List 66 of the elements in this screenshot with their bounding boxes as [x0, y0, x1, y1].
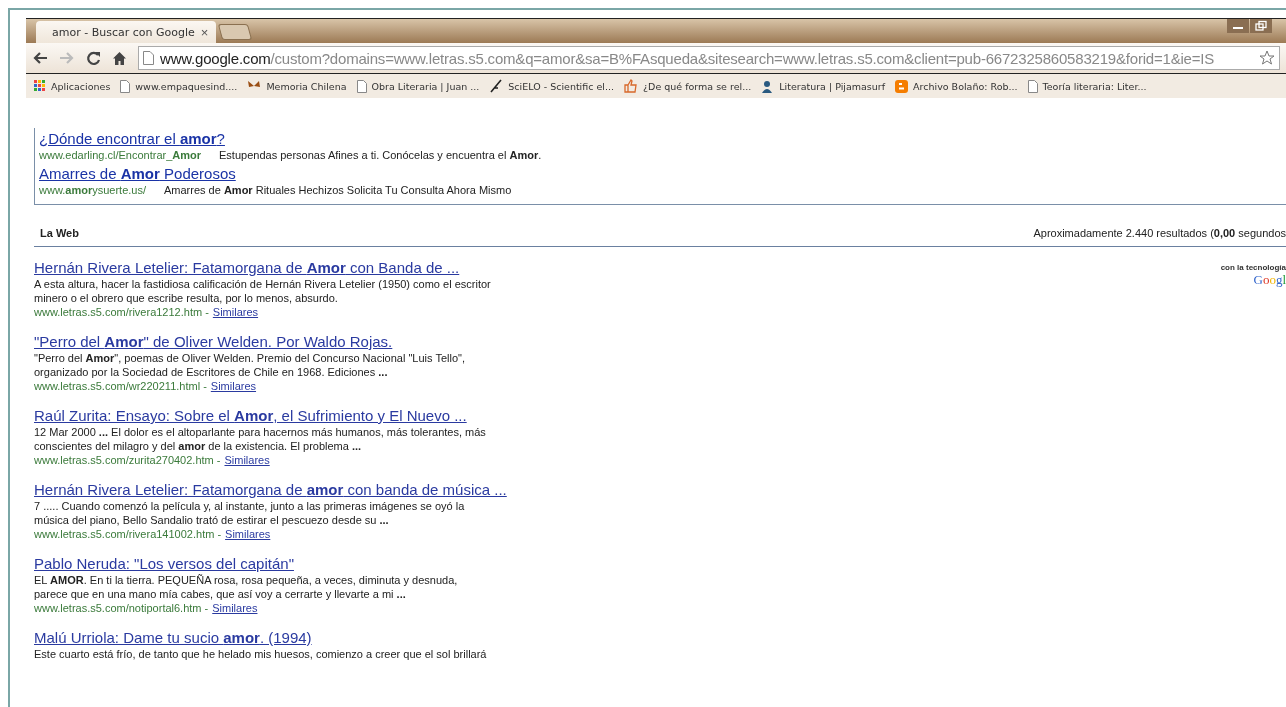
result-snippet: Este cuarto está frío, de tanto que he helado mis huesos, comienzo a creer que el sol brillará: [34, 647, 487, 661]
result-title-link[interactable]: Raúl Zurita: Ensayo: Sobre el Amor, el Sufrimiento y El Nuevo ...: [34, 407, 467, 425]
powered-by-label: con la tecnología: [1220, 263, 1286, 272]
browser-tab[interactable]: amor - Buscar con Google ×: [36, 21, 216, 43]
reload-icon[interactable]: [86, 50, 101, 66]
new-tab-button[interactable]: [217, 24, 253, 40]
bookmark[interactable]: www.empaquesind....: [120, 79, 238, 93]
bookmark[interactable]: Archivo Bolaño: Rob...: [895, 79, 1018, 93]
ad-title-link[interactable]: Amarres de Amor Poderosos: [39, 165, 1286, 183]
result-snippet: organizado por la Sociedad de Escritores de Chile en 1968. Ediciones ...: [34, 365, 388, 379]
page-icon: [143, 51, 154, 65]
minimize-icon[interactable]: [1227, 19, 1249, 33]
result-url: www.letras.s5.com/rivera141002.htm -: [34, 527, 222, 541]
result-url: www.letras.s5.com/zurita270402.htm -: [34, 453, 221, 467]
section-title: La Web: [40, 227, 79, 239]
tab-title: amor - Buscar con Google: [52, 25, 195, 39]
bookmark[interactable]: Memoria Chilena: [247, 80, 347, 92]
back-icon[interactable]: [32, 51, 48, 65]
result-snippet: "Perro del Amor", poemas de Oliver Welden. Premio del Concurso Nacional "Luis Tello",: [34, 351, 465, 365]
page-icon: [356, 79, 367, 93]
result-title-link[interactable]: "Perro del Amor" de Oliver Welden. Por Waldo Rojas.: [34, 333, 393, 351]
similar-link[interactable]: Similares: [210, 379, 257, 393]
tab-close-button[interactable]: ×: [200, 24, 209, 40]
home-icon[interactable]: [112, 50, 127, 66]
person-icon: [761, 79, 775, 93]
ad-url: www.amorysuerte.us/: [39, 183, 146, 198]
restore-icon[interactable]: [1250, 19, 1272, 33]
address-bar[interactable]: www.google.com/custom?domains=www.letras.s5.com&q=amor&sa=B%FAsqueda&sitesearch=www.letras.s5.com&client=pub-6672325860583219&forid=1&ie=IS: [138, 46, 1280, 70]
result-url: www.letras.s5.com/notiportal6.htm -: [34, 601, 209, 615]
bookmark[interactable]: ¿De qué forma se rel...: [624, 79, 752, 93]
google-logo: Googl: [1253, 272, 1286, 288]
similar-link[interactable]: Similares: [224, 453, 270, 467]
ad-description: Estupendas personas Afines a ti. Conócelas y encuentra el Amor.: [219, 148, 542, 163]
star-icon[interactable]: [1259, 50, 1275, 66]
result-snippet: conscientes del milagro y del amor de la existencia. El problema ...: [34, 439, 362, 453]
result-url: www.letras.s5.com/rivera1212.htm -: [34, 305, 209, 319]
result-snippet: música del piano, Bello Sandalio trató de estirar el pescuezo desde su ...: [34, 513, 389, 527]
result-snippet: 7 ..... Cuando comenzó la película y, al instante, junto a las primeras imágenes se oyó la: [34, 499, 465, 513]
result-title-link[interactable]: Hernán Rivera Letelier: Fatamorgana de Amor con Banda de ...: [34, 259, 460, 277]
bookmark[interactable]: Literatura | Pijamasurf: [761, 79, 886, 93]
similar-link[interactable]: Similares: [212, 601, 258, 615]
result-snippet: EL AMOR. En ti la tierra. PEQUEÑA rosa, rosa pequeña, a veces, diminuta y desnuda,: [34, 573, 458, 587]
bookmark[interactable]: Teoría literaria: Liter...: [1027, 79, 1147, 93]
page-icon: [120, 79, 131, 93]
thumbs-up-icon: [624, 79, 639, 93]
result-title-link[interactable]: Pablo Neruda: "Los versos del capitán": [34, 555, 294, 573]
bookmark[interactable]: Obra Literaria | Juan ...: [356, 79, 480, 93]
blogger-icon: [895, 79, 909, 93]
result-snippet: minero o el obrero que escribe resulta, por lo menos, absurdo.: [34, 291, 338, 305]
result-title-link[interactable]: Hernán Rivera Letelier: Fatamorgana de amor con banda de música ...: [34, 481, 507, 499]
similar-link[interactable]: Similares: [225, 527, 271, 541]
result-title-link[interactable]: Malú Urriola: Dame tu sucio amor. (1994): [34, 629, 312, 647]
result-snippet: A esta altura, hacer la fastidiosa calificación de Hernán Rivera Letelier (1950) como el escritor: [34, 277, 491, 291]
bookmark[interactable]: Aplicaciones: [34, 80, 111, 92]
result-url: www.letras.s5.com/wr220211.html -: [34, 379, 207, 393]
ad-title-link[interactable]: ¿Dónde encontrar el amor?: [39, 130, 1286, 148]
result-snippet: 12 Mar 2000 ... El dolor es el altoparlante para hacernos más humanos, más tolerantes, más: [34, 425, 486, 439]
page-icon: [1027, 79, 1038, 93]
result-snippet: parece que en una mano mía cabes, que así voy a cerrarte y llevarte a mi ...: [34, 587, 406, 601]
ad-url: www.edarling.cl/Encontrar_Amor: [39, 148, 202, 163]
bookmark[interactable]: SciELO - Scientific el...: [489, 79, 615, 93]
results-count: Aproximadamente 2.440 resultados (0,00 segundos: [1033, 227, 1286, 239]
quill-icon: [489, 79, 504, 93]
ad-description: Amarres de Amor Rituales Hechizos Solicita Tu Consulta Ahora Mismo: [164, 183, 512, 198]
apps-grid-icon: [34, 80, 46, 92]
similar-link[interactable]: Similares: [212, 305, 259, 319]
